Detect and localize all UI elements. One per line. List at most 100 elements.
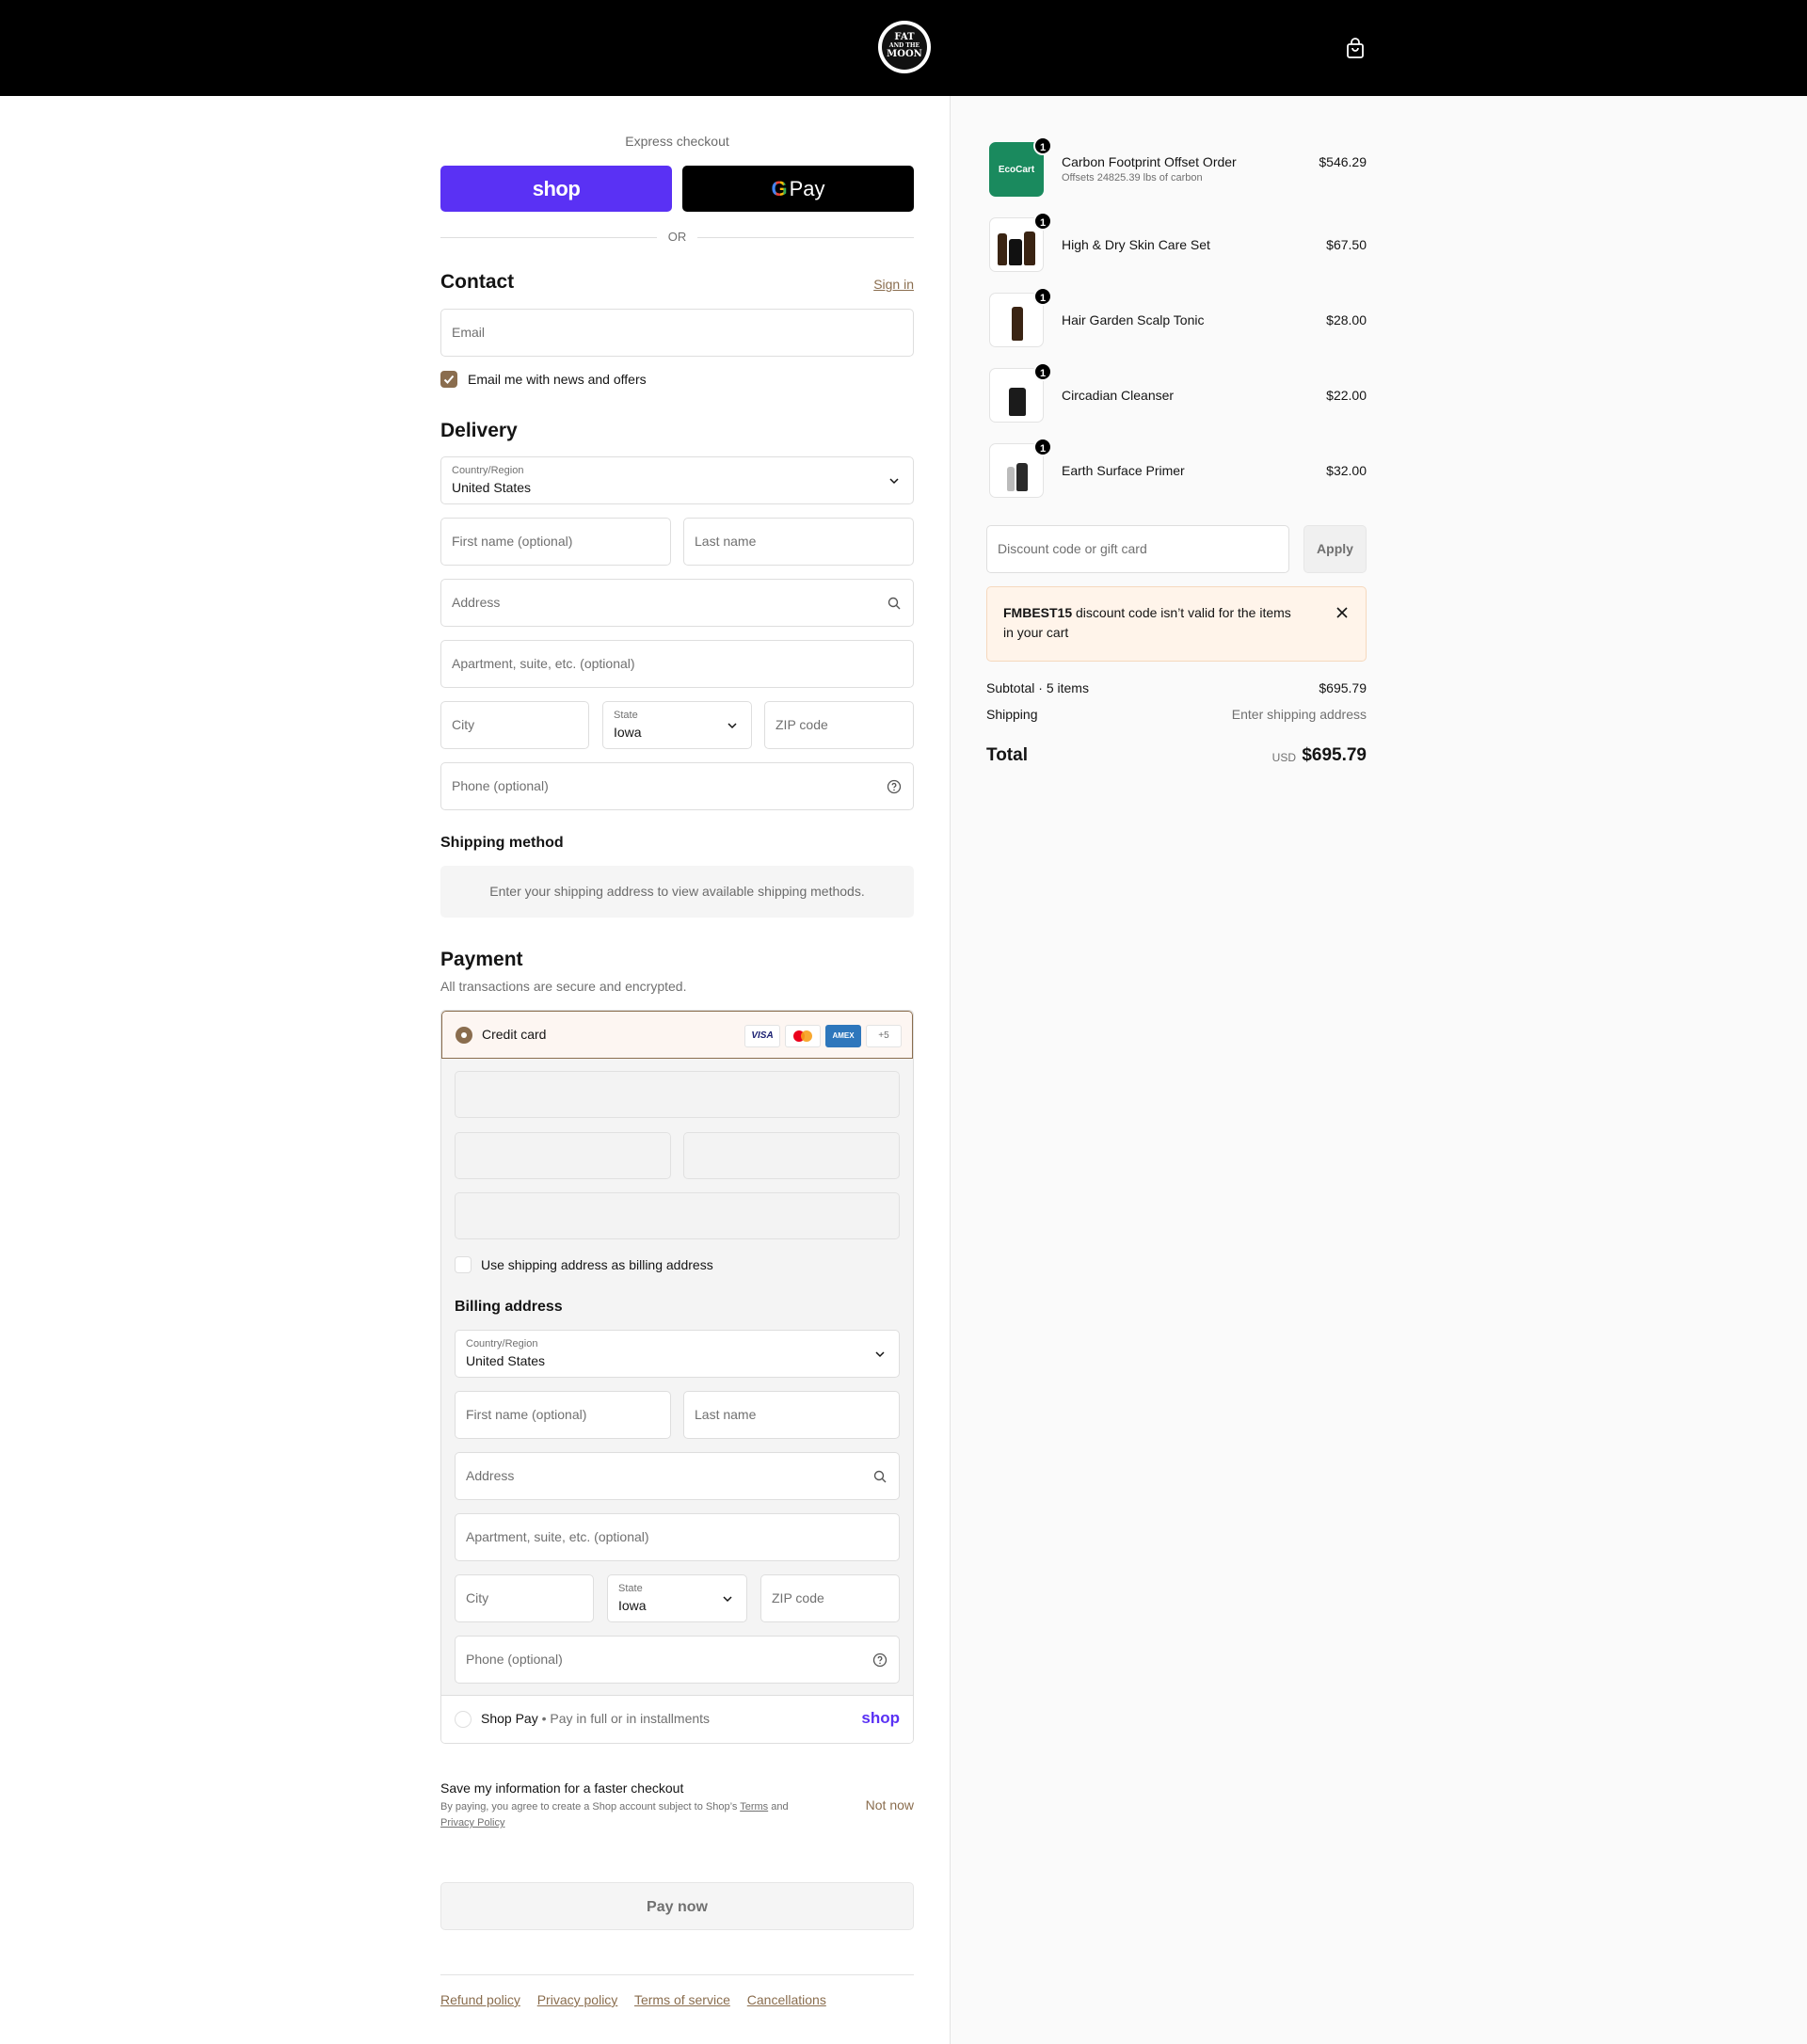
- shipping-method-title: Shipping method: [440, 835, 564, 851]
- apartment-field[interactable]: Apartment, suite, etc. (optional): [440, 640, 914, 688]
- zip-field[interactable]: ZIP code: [764, 701, 914, 749]
- total-label: Total: [986, 745, 1028, 765]
- item-name: Earth Surface Primer: [1062, 463, 1185, 478]
- credit-card-label: Credit card: [482, 1027, 547, 1042]
- shop-pay-radio[interactable]: [455, 1711, 472, 1728]
- refund-policy-link[interactable]: Refund policy: [440, 1992, 520, 2007]
- city-field[interactable]: City: [440, 701, 589, 749]
- or-divider: OR: [440, 228, 914, 247]
- payment-methods: Credit card VISA AMEX +5 Use shipping ad…: [440, 1010, 914, 1744]
- item-name: Carbon Footprint Offset Order: [1062, 154, 1237, 169]
- help-circle-icon[interactable]: [872, 1653, 888, 1668]
- visa-icon: VISA: [744, 1025, 780, 1047]
- terms-of-service-link[interactable]: Terms of service: [634, 1992, 730, 2007]
- quantity-badge: 1: [1033, 212, 1052, 231]
- billing-zip-field[interactable]: ZIP code: [760, 1574, 900, 1622]
- cart-item: 1 High & Dry Skin Care Set $67.50: [986, 212, 1367, 278]
- shop-pay-label: Shop Pay: [481, 1711, 538, 1726]
- credit-card-option[interactable]: Credit card VISA AMEX +5: [441, 1011, 913, 1059]
- store-logo[interactable]: FAT AND THE MOON: [878, 21, 931, 73]
- item-price: $32.00: [1326, 463, 1367, 478]
- billing-state-select[interactable]: State Iowa: [607, 1574, 747, 1622]
- chevron-down-icon: [889, 478, 899, 485]
- shipping-method-message: Enter your shipping address to view avai…: [440, 866, 914, 918]
- quantity-badge: 1: [1033, 438, 1052, 456]
- apply-discount-button[interactable]: Apply: [1303, 525, 1367, 573]
- payment-description: All transactions are secure and encrypte…: [440, 979, 687, 994]
- cancellations-link[interactable]: Cancellations: [747, 1992, 826, 2007]
- discount-error-alert: FMBEST15 discount code isn’t valid for t…: [986, 586, 1367, 662]
- not-now-button[interactable]: Not now: [866, 1797, 914, 1812]
- email-field[interactable]: Email: [440, 309, 914, 357]
- state-select[interactable]: State Iowa: [602, 701, 752, 749]
- credit-card-form: Use shipping address as billing address …: [441, 1059, 913, 1695]
- close-icon[interactable]: [1335, 606, 1349, 619]
- item-subtitle: Offsets 24825.39 lbs of carbon: [1062, 172, 1203, 184]
- item-name: High & Dry Skin Care Set: [1062, 237, 1210, 252]
- billing-address-title: Billing address: [455, 1299, 563, 1315]
- last-name-field[interactable]: Last name: [683, 518, 914, 566]
- footer-links: Refund policy Privacy policy Terms of se…: [440, 1992, 840, 2007]
- credit-card-radio[interactable]: [456, 1027, 472, 1044]
- quantity-badge: 1: [1033, 287, 1052, 306]
- shop-terms-link[interactable]: Terms: [740, 1801, 768, 1812]
- pay-now-button[interactable]: Pay now: [440, 1882, 914, 1930]
- help-circle-icon[interactable]: [887, 779, 902, 794]
- shop-pay-express-button[interactable]: shop: [440, 166, 672, 212]
- shipping-value: Enter shipping address: [1231, 707, 1367, 722]
- address-field[interactable]: Address: [440, 579, 914, 627]
- subtotal-row: Subtotal · 5 items $695.79: [986, 680, 1367, 695]
- billing-first-name-field[interactable]: First name (optional): [455, 1391, 671, 1439]
- item-name: Circadian Cleanser: [1062, 388, 1175, 403]
- billing-apartment-field[interactable]: Apartment, suite, etc. (optional): [455, 1513, 900, 1561]
- shopping-bag-icon[interactable]: [1344, 38, 1367, 60]
- shop-logo: shop: [861, 1709, 900, 1727]
- billing-city-field[interactable]: City: [455, 1574, 594, 1622]
- country-select[interactable]: Country/Region United States: [440, 456, 914, 504]
- shop-pay-description: Pay in full or in installments: [550, 1711, 711, 1726]
- header: FAT AND THE MOON: [0, 0, 1807, 96]
- chevron-down-icon: [875, 1351, 885, 1358]
- use-shipping-as-billing-label: Use shipping address as billing address: [481, 1257, 713, 1272]
- cart-item: 1 Hair Garden Scalp Tonic $28.00: [986, 287, 1367, 353]
- cart-item: 1 Circadian Cleanser $22.00: [986, 362, 1367, 428]
- privacy-policy-link[interactable]: Privacy policy: [537, 1992, 618, 2007]
- phone-field[interactable]: Phone (optional): [440, 762, 914, 810]
- billing-last-name-field[interactable]: Last name: [683, 1391, 900, 1439]
- newsletter-label: Email me with news and offers: [468, 372, 647, 387]
- express-checkout-label: Express checkout: [625, 134, 729, 149]
- discount-code: FMBEST15: [1003, 605, 1073, 620]
- shipping-row: Shipping Enter shipping address: [986, 707, 1367, 722]
- item-price: $28.00: [1326, 312, 1367, 327]
- shop-pay-option[interactable]: Shop Pay • Pay in full or in installment…: [441, 1695, 913, 1743]
- billing-address-field[interactable]: Address: [455, 1452, 900, 1500]
- card-name-field[interactable]: [455, 1192, 900, 1239]
- amex-icon: AMEX: [825, 1025, 861, 1047]
- use-shipping-as-billing-checkbox[interactable]: [455, 1256, 472, 1273]
- shop-privacy-link[interactable]: Privacy Policy: [440, 1817, 504, 1828]
- delivery-title: Delivery: [440, 420, 518, 441]
- subtotal-value: $695.79: [1319, 680, 1367, 695]
- card-expiry-field[interactable]: [455, 1132, 671, 1179]
- save-info-title: Save my information for a faster checkou…: [440, 1781, 684, 1796]
- payment-title: Payment: [440, 949, 523, 970]
- checkmark-icon: [443, 375, 455, 384]
- contact-title: Contact: [440, 271, 515, 293]
- first-name-field[interactable]: First name (optional): [440, 518, 671, 566]
- total-value: $695.79: [1302, 745, 1367, 765]
- quantity-badge: 1: [1033, 136, 1052, 155]
- item-price: $67.50: [1326, 237, 1367, 252]
- mastercard-icon: [785, 1025, 821, 1047]
- sign-in-link[interactable]: Sign in: [873, 277, 914, 292]
- quantity-badge: 1: [1033, 362, 1052, 381]
- currency-code: USD: [1271, 751, 1296, 764]
- discount-code-input[interactable]: Discount code or gift card: [986, 525, 1289, 573]
- newsletter-checkbox[interactable]: [440, 371, 457, 388]
- billing-country-select[interactable]: Country/Region United States: [455, 1330, 900, 1378]
- google-pay-button[interactable]: GPay: [682, 166, 914, 212]
- billing-phone-field[interactable]: Phone (optional): [455, 1636, 900, 1684]
- card-security-code-field[interactable]: [683, 1132, 900, 1179]
- card-number-field[interactable]: [455, 1071, 900, 1118]
- google-g-icon: G: [771, 177, 788, 200]
- item-price: $546.29: [1319, 154, 1367, 169]
